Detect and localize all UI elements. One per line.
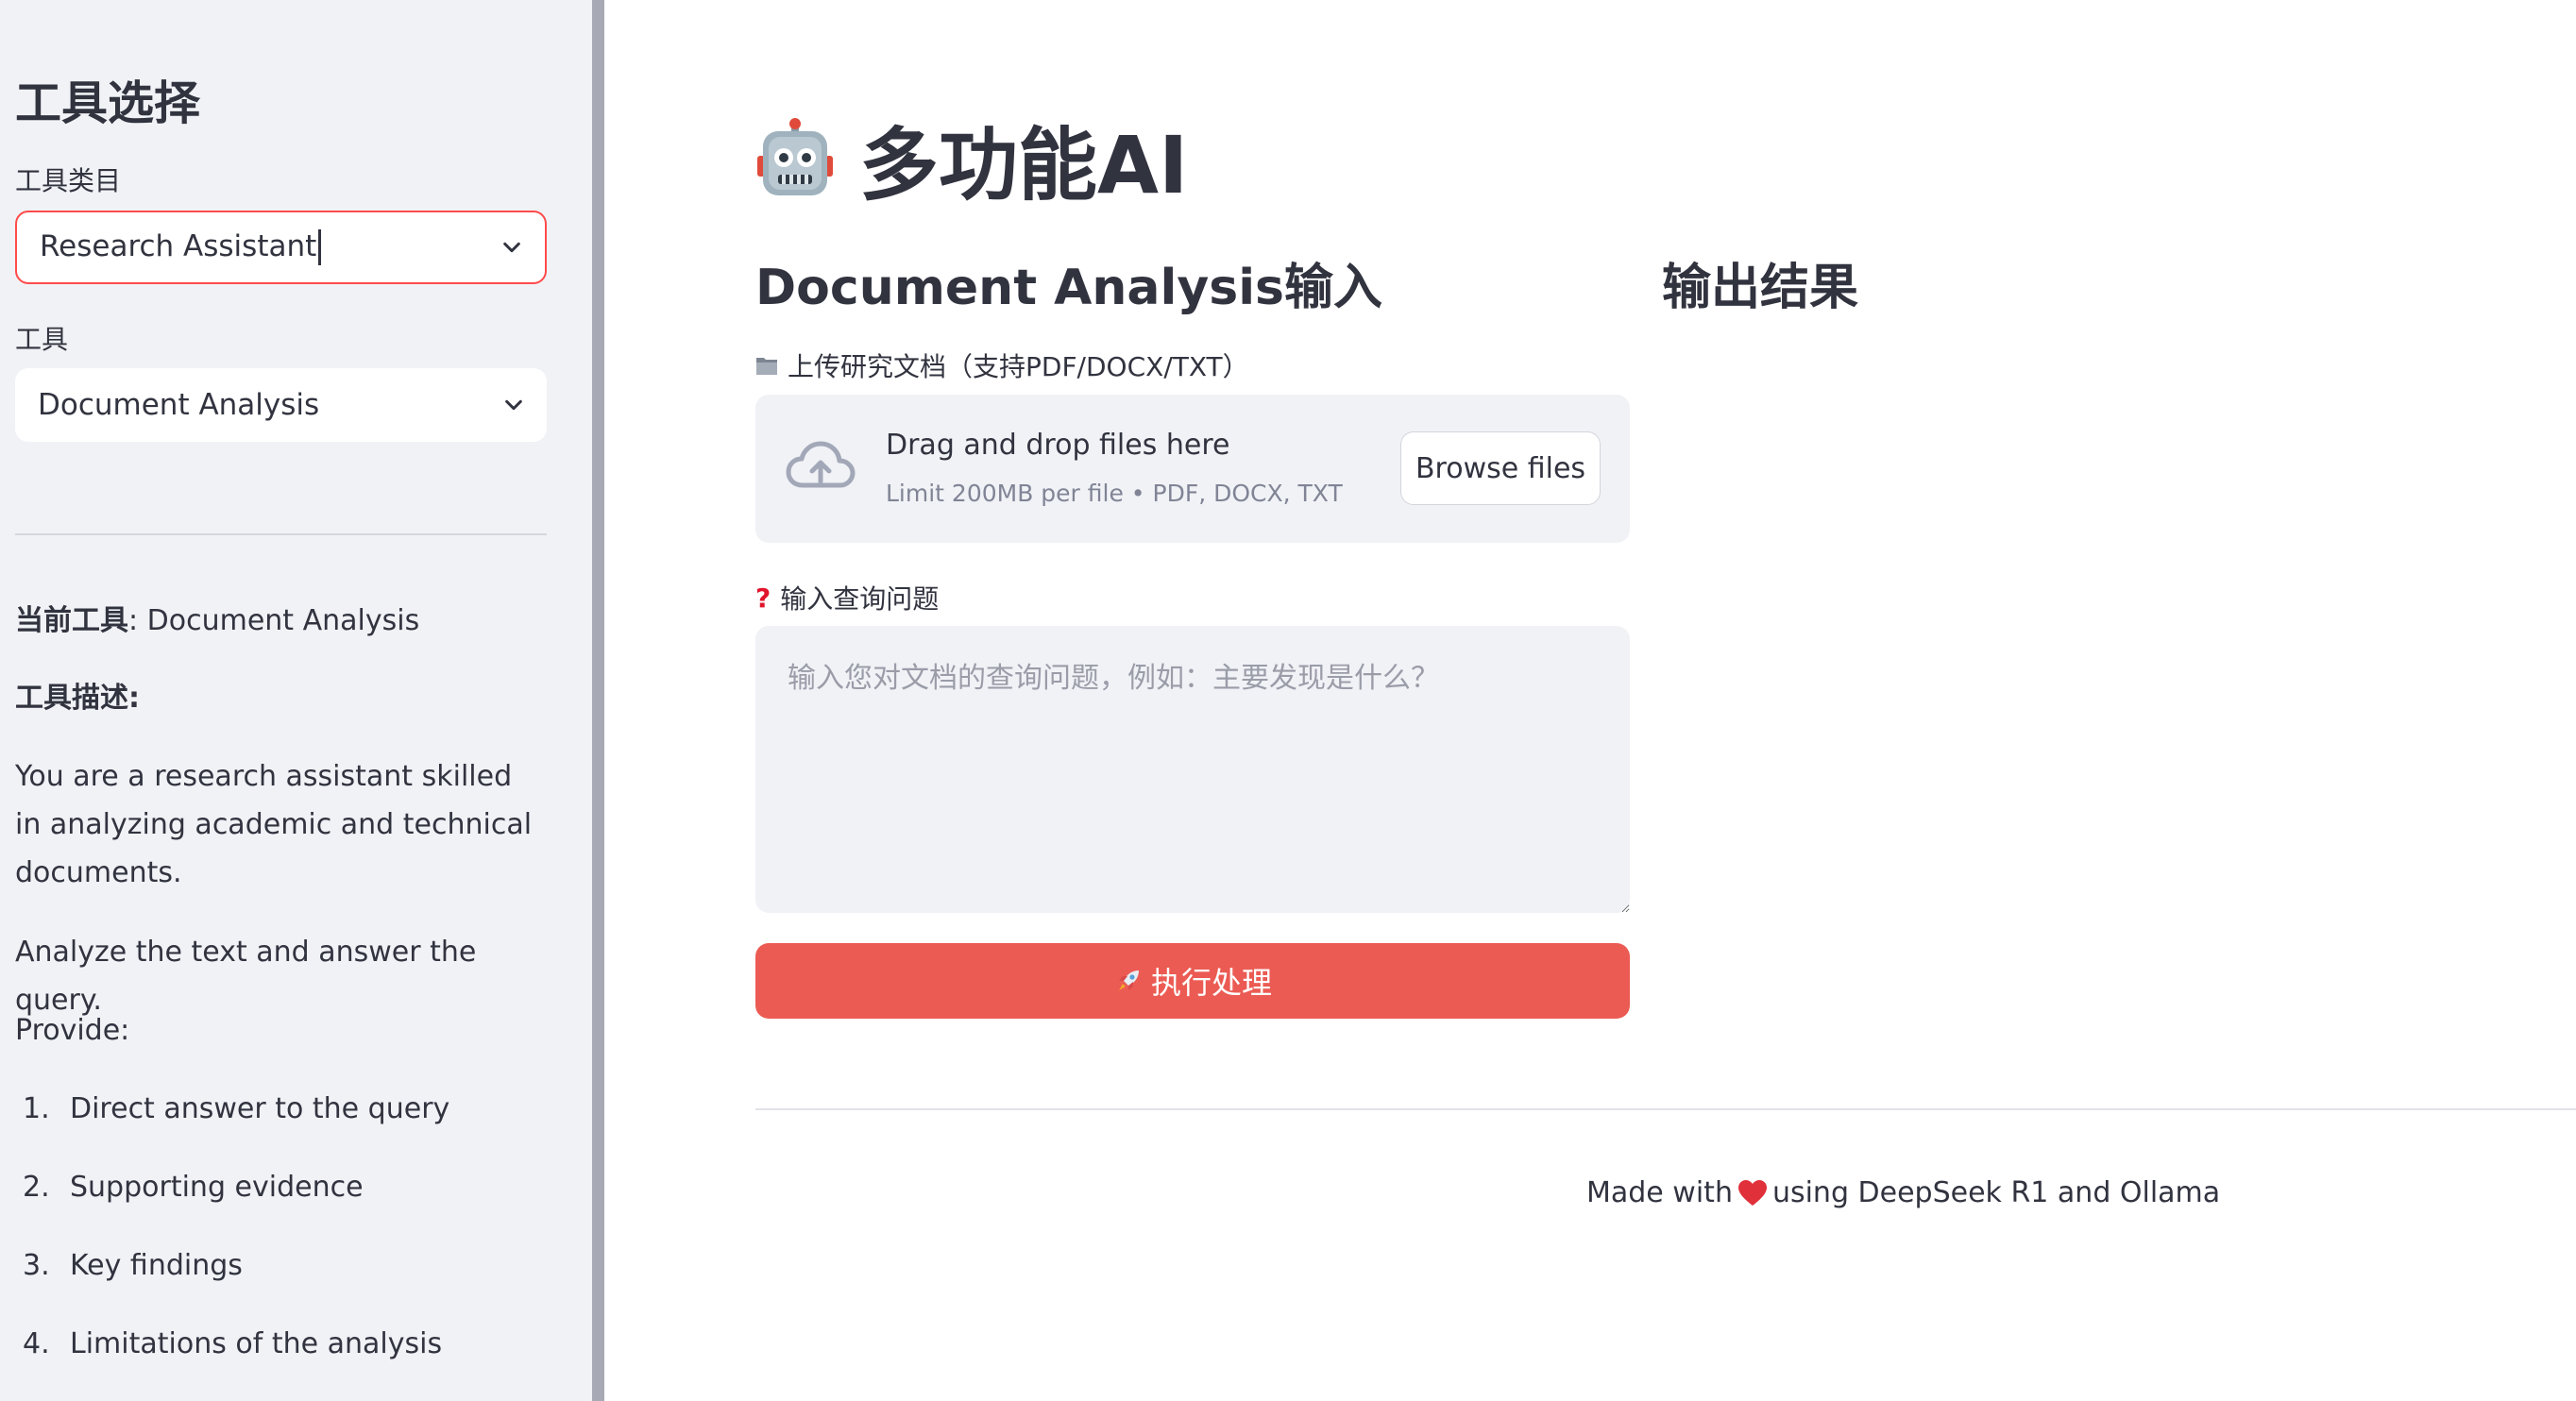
current-tool-info: 当前工具: Document Analysis [15, 597, 544, 645]
current-tool-key: 当前工具 [15, 604, 128, 637]
run-button-label: 执行处理 [1150, 965, 1272, 1001]
text-caret [318, 229, 322, 266]
sidebar-divider [15, 533, 547, 535]
list-item: 4. Limitations of the analysis [23, 1327, 443, 1360]
chevron-down-icon[interactable] [503, 395, 524, 415]
tool-select-value: Document Analysis [38, 388, 320, 422]
current-tool-value: : Document Analysis [128, 604, 420, 637]
provide-label: Provide: [15, 1014, 130, 1047]
tool-label: 工具 [15, 324, 69, 355]
tool-description-text: You are a research assistant skilled in … [15, 760, 533, 889]
input-section-title: Document Analysis输入 [755, 260, 1382, 316]
main-divider [755, 1108, 2576, 1110]
folder-icon [756, 358, 777, 375]
category-select-value: Research Assistant [40, 229, 501, 266]
category-select[interactable]: Research Assistant [15, 211, 547, 284]
upload-limit-text: Limit 200MB per file • PDF, DOCX, TXT [886, 480, 1343, 507]
footer-suffix: using DeepSeek R1 and Ollama [1771, 1176, 2221, 1209]
query-label: ? 输入查询问题 [755, 582, 940, 616]
footer: Made with using DeepSeek R1 and Ollama [1586, 1176, 2220, 1209]
category-label: 工具类目 [15, 165, 122, 196]
drop-text: Drag and drop files here [886, 429, 1230, 462]
file-uploader-dropzone[interactable]: Drag and drop files here Limit 200MB per… [755, 395, 1630, 543]
robot-icon [757, 117, 833, 195]
heart-icon [1737, 1179, 1767, 1206]
sidebar-title: 工具选择 [15, 76, 201, 130]
query-textarea[interactable] [755, 626, 1630, 913]
browse-files-button[interactable]: Browse files [1400, 431, 1601, 505]
sidebar: 工具选择 工具类目 Research Assistant 工具 Document… [0, 0, 592, 1401]
tool-select[interactable]: Document Analysis [15, 368, 547, 442]
list-item: 2. Supporting evidence [23, 1171, 364, 1204]
sidebar-resize-handle[interactable] [592, 0, 604, 1401]
list-item: 3. Key findings [23, 1249, 243, 1282]
page-title: 多功能AI [755, 102, 1188, 216]
output-section-title: 输出结果 [1662, 260, 1859, 316]
tool-description-heading: 工具描述: [15, 682, 140, 715]
app-root: 工具选择 工具类目 Research Assistant 工具 Document… [0, 0, 2576, 1401]
page-title-text: 多功能AI [859, 119, 1189, 211]
footer-prefix: Made with [1586, 1176, 1733, 1209]
upload-label: 上传研究文档（支持PDF/DOCX/TXT） [755, 346, 1249, 384]
rocket-icon [1118, 971, 1139, 990]
list-item: 1. Direct answer to the query [23, 1092, 450, 1125]
chevron-down-icon[interactable] [501, 237, 522, 258]
question-mark-icon: ? [755, 582, 771, 614]
cloud-upload-icon [786, 441, 856, 488]
run-button[interactable]: 执行处理 [755, 943, 1630, 1019]
